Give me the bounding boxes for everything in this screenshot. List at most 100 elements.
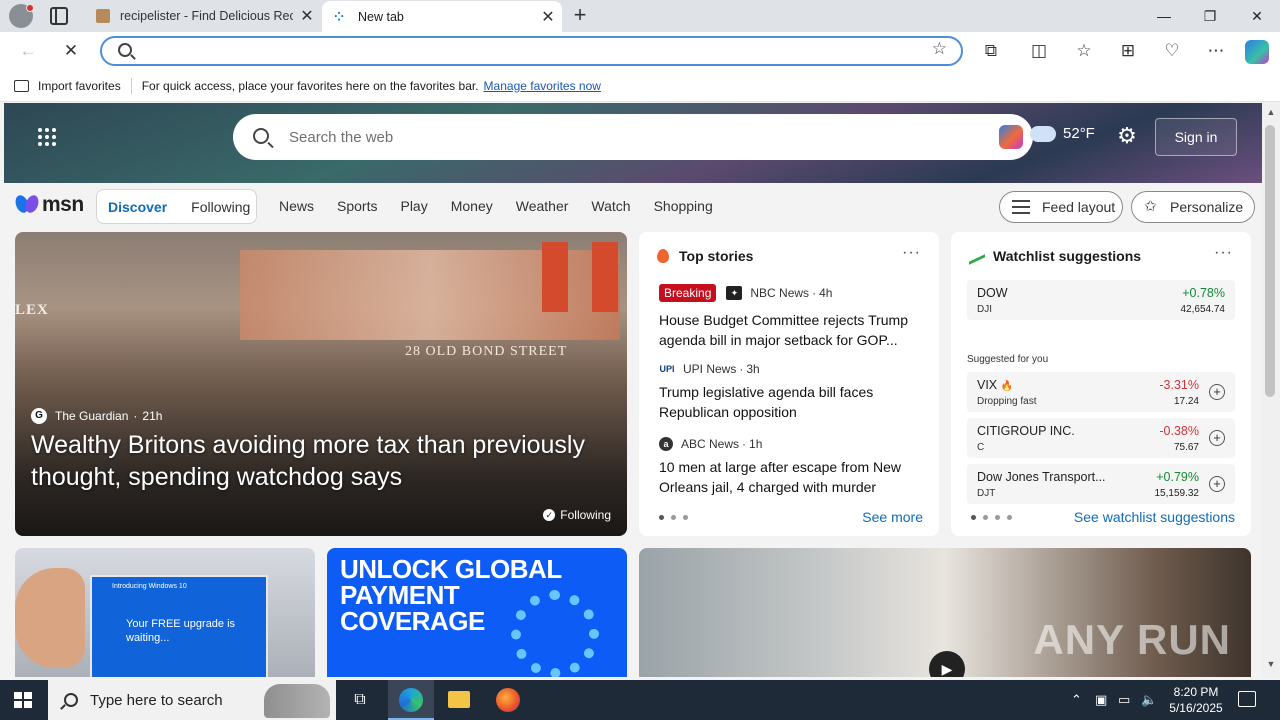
show-hidden-icons[interactable]: ⌃ [1071, 692, 1082, 708]
file-explorer-icon[interactable] [436, 680, 482, 720]
firefox-icon[interactable] [485, 680, 531, 720]
page-scrollbar[interactable]: ▲ ▼ [1262, 103, 1280, 677]
manage-favorites-link[interactable]: Manage favorites now [484, 79, 601, 93]
scroll-down-icon[interactable]: ▼ [1265, 659, 1277, 669]
tab-following[interactable]: Following [191, 199, 250, 215]
following-indicator[interactable]: ✓ Following [543, 508, 611, 522]
split-screen-icon[interactable]: ◫ [1027, 39, 1051, 63]
close-tab-icon[interactable]: ✕ [534, 7, 562, 27]
nav-sports[interactable]: Sports [337, 198, 377, 214]
price: 15,159.32 [1154, 488, 1200, 499]
elephants-image [264, 684, 330, 718]
fire-icon: 🔥 [1000, 381, 1014, 392]
top-stories-title: Top stories [679, 248, 754, 264]
add-to-watchlist-icon[interactable]: + [1209, 384, 1225, 400]
web-search-input[interactable] [289, 126, 929, 148]
flame-icon [657, 249, 669, 263]
favorites-icon[interactable]: ☆ [1072, 39, 1096, 63]
device-icon[interactable]: ▣ [1095, 692, 1107, 708]
extensions-icon[interactable]: ⧉ [979, 39, 1003, 63]
carousel-dots[interactable] [659, 515, 695, 520]
temperature-unit: °F [1079, 125, 1095, 142]
tab-recipelister[interactable]: recipelister - Find Delicious Recip ✕ [84, 0, 321, 32]
more-menu-icon[interactable]: ⋯ [1204, 39, 1228, 63]
taskbar-search[interactable]: Type here to search [48, 680, 336, 720]
collections-icon[interactable]: ⊞ [1116, 39, 1140, 63]
watchlist-row[interactable]: VIX 🔥 Dropping fast -3.31% 17.24 + [967, 372, 1235, 412]
nav-money[interactable]: Money [451, 198, 493, 214]
close-tab-icon[interactable]: ✕ [293, 6, 321, 26]
feed-layout-label: Feed layout [1042, 199, 1116, 215]
see-more-link[interactable]: See more [862, 509, 923, 525]
nav-shopping[interactable]: Shopping [654, 198, 713, 214]
video-tile[interactable]: ANY RUN ▶ [639, 548, 1251, 677]
address-input[interactable] [142, 41, 922, 61]
add-to-watchlist-icon[interactable]: + [1209, 476, 1225, 492]
nav-watch[interactable]: Watch [591, 198, 630, 214]
profile-avatar[interactable] [9, 4, 34, 28]
percent-change: +0.79% [1156, 470, 1199, 484]
clock-time: 8:20 PM [1173, 685, 1219, 699]
nav-play[interactable]: Play [400, 198, 427, 214]
stop-loading-button[interactable]: ✕ [59, 39, 83, 63]
system-clock[interactable]: 8:20 PM 5/16/2025 [1160, 684, 1232, 716]
nav-news[interactable]: News [279, 198, 314, 214]
edge-taskbar-icon[interactable] [388, 680, 434, 720]
source-name: The Guardian [55, 409, 129, 423]
notification-center-icon[interactable] [1238, 691, 1256, 707]
copilot-search-icon[interactable] [999, 125, 1023, 149]
upi-logo-icon: UPI [659, 364, 675, 374]
app-launcher-icon[interactable] [38, 128, 58, 148]
favorite-star-icon[interactable]: ☆ [932, 39, 947, 59]
add-to-watchlist-icon[interactable]: + [1209, 430, 1225, 446]
story-item[interactable]: Breaking ✦ NBC News · 4h House Budget Co… [659, 284, 929, 350]
tab-actions-icon[interactable] [50, 7, 68, 25]
settings-gear-icon[interactable]: ⚙ [1116, 125, 1138, 147]
browser-toolbar: ← ✕ ☆ ⧉ ◫ ☆ ⊞ ♡ ⋯ [0, 32, 1280, 70]
hero-headline[interactable]: Wealthy Britons avoiding more tax than p… [31, 429, 611, 493]
new-tab-button[interactable]: + [568, 3, 592, 27]
taskbar-search-placeholder: Type here to search [90, 691, 223, 709]
watchlist-row[interactable]: DOW DJI +0.78% 42,654.74 [967, 280, 1235, 320]
more-options-icon[interactable]: ··· [902, 244, 921, 262]
web-search-box[interactable] [233, 114, 1033, 160]
watchlist-row[interactable]: Dow Jones Transport... DJT +0.79% 15,159… [967, 464, 1235, 504]
copilot-icon[interactable] [1245, 40, 1269, 64]
network-icon[interactable]: ▭ [1118, 692, 1130, 708]
upgrade-dialog-image: Introducing Windows 10 Your FREE upgrade… [90, 575, 268, 677]
restore-button[interactable]: ❐ [1187, 0, 1233, 32]
story-item[interactable]: UPI UPI News · 3h Trump legislative agen… [659, 362, 929, 422]
import-favorites-button[interactable]: Import favorites [14, 79, 121, 93]
hero-story-card[interactable]: LEX 28 OLD BOND STREET G The Guardian · … [15, 232, 627, 536]
scroll-thumb[interactable] [1265, 125, 1275, 397]
tab-discover[interactable]: Discover [108, 199, 167, 215]
start-button[interactable] [14, 692, 32, 708]
personalize-button[interactable]: ✩ Personalize [1131, 191, 1255, 223]
play-icon[interactable]: ▶ [929, 651, 965, 677]
back-button[interactable]: ← [16, 39, 40, 63]
symbol-name: Dow Jones Transport... [977, 470, 1106, 484]
windows-upgrade-tile[interactable]: Introducing Windows 10 Your FREE upgrade… [15, 548, 315, 677]
volume-icon[interactable]: 🔈 [1141, 692, 1157, 708]
minimize-button[interactable]: — [1141, 0, 1187, 32]
task-view-icon[interactable]: ⧉ [337, 680, 383, 720]
see-watchlist-link[interactable]: See watchlist suggestions [1074, 509, 1235, 525]
payment-ad-tile[interactable]: UNLOCK GLOBAL PAYMENT COVERAGE [327, 548, 627, 677]
more-options-icon[interactable]: ··· [1214, 244, 1233, 262]
weather-widget[interactable]: 52 °F [1030, 119, 1095, 142]
browser-essentials-icon[interactable]: ♡ [1160, 39, 1184, 63]
close-window-button[interactable]: ✕ [1234, 0, 1280, 32]
watchlist-row[interactable]: CITIGROUP INC. C -0.38% 75.67 + [967, 418, 1235, 458]
dotted-orb-graphic [511, 590, 599, 677]
sign-in-button[interactable]: Sign in [1155, 118, 1237, 156]
story-item[interactable]: a ABC News · 1h 10 men at large after es… [659, 437, 929, 497]
scroll-up-icon[interactable]: ▲ [1265, 107, 1277, 117]
carousel-dots[interactable] [971, 515, 1019, 520]
nav-weather[interactable]: Weather [516, 198, 569, 214]
feed-layout-button[interactable]: Feed layout [999, 191, 1123, 223]
msn-logo[interactable]: msn [16, 193, 84, 217]
address-bar[interactable]: ☆ [100, 36, 963, 66]
tab-new-tab[interactable]: ⁘ New tab ✕ [322, 1, 562, 32]
check-icon: ✓ [543, 509, 556, 521]
story-age: 21h [142, 409, 163, 423]
